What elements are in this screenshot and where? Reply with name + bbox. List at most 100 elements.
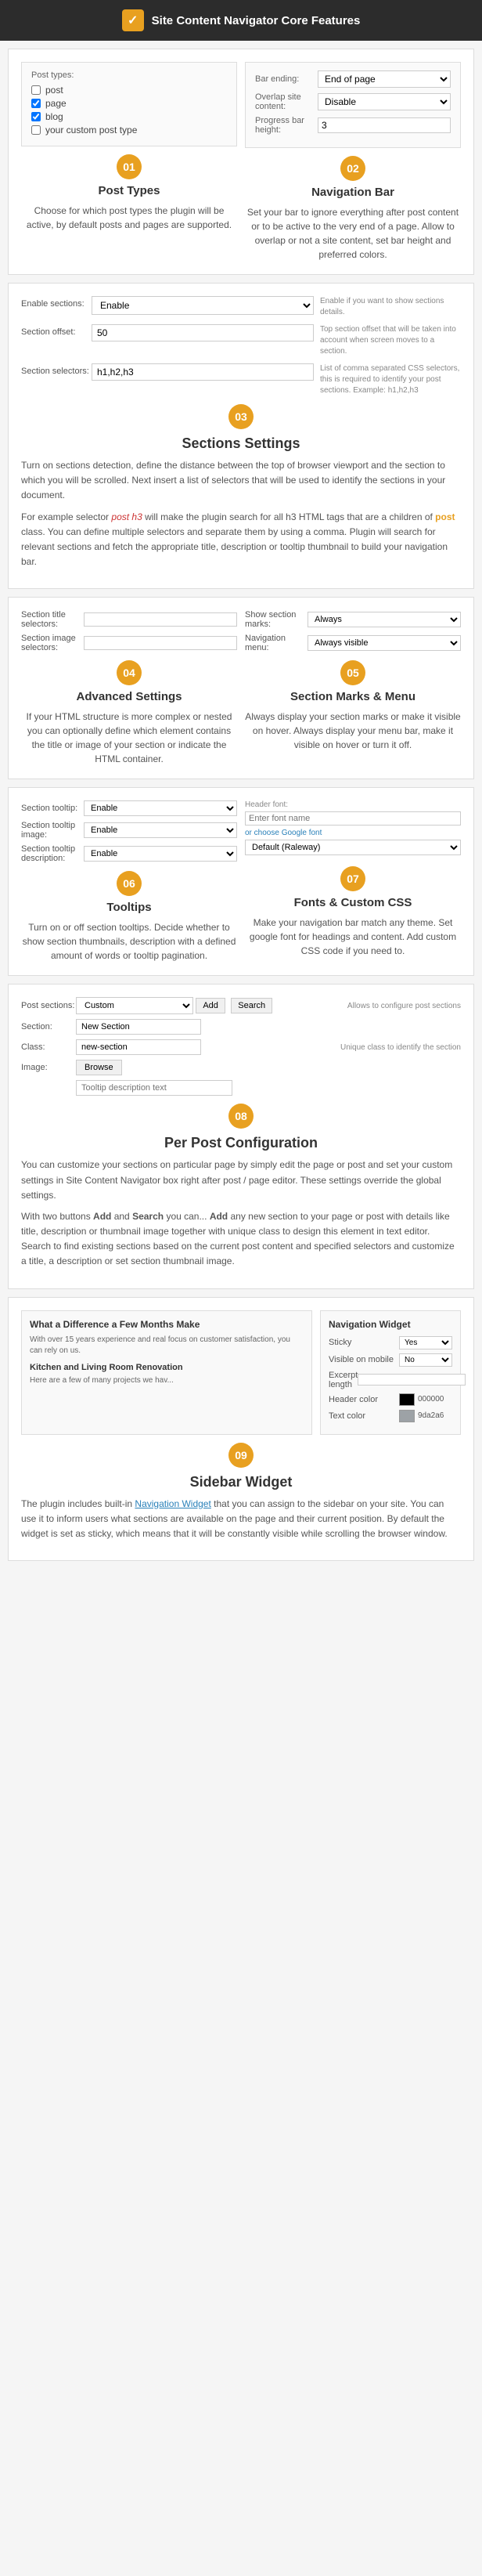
nav-bar-ending-select[interactable]: End of page End of content: [318, 70, 451, 88]
header-color-swatch[interactable]: [399, 1393, 415, 1406]
preview-heading2: Kitchen and Living Room Renovation: [30, 1363, 304, 1372]
nav-progress-row: Progress bar height:: [255, 116, 451, 135]
nav-menu-label: Navigation menu:: [245, 634, 308, 652]
advanced-settings-col: Section title selectors: Section image s…: [21, 610, 237, 766]
feature-number-07: 07: [340, 866, 365, 891]
section-image-selectors-row: Section image selectors:: [21, 634, 237, 652]
feature-desc-advanced: If your HTML structure is more complex o…: [21, 710, 237, 766]
nav-overlap-label: Overlap site content:: [255, 92, 318, 111]
show-section-marks-select[interactable]: Always On hover Hidden: [308, 612, 461, 627]
checkbox-custom-post-input[interactable]: [31, 125, 41, 135]
feature-number-05: 05: [340, 660, 365, 685]
add-button[interactable]: Add: [196, 998, 225, 1013]
text-color-value: 9da2a6: [418, 1411, 444, 1420]
show-section-marks-label: Show section marks:: [245, 610, 308, 629]
section-title-sel-input[interactable]: [84, 612, 237, 627]
section-selectors-hint: List of comma separated CSS selectors, t…: [320, 363, 461, 396]
browse-button[interactable]: Browse: [76, 1060, 122, 1075]
preview-heading1: What a Difference a Few Months Make: [30, 1319, 304, 1330]
section-class-row: Class: Unique class to identify the sect…: [21, 1039, 461, 1055]
enable-sections-select[interactable]: Enable Disable: [92, 296, 314, 315]
nav-bar-col: Bar ending: End of page End of content O…: [245, 62, 461, 262]
checkbox-post-label: post: [45, 85, 63, 96]
section-offset-row: Section offset: Top section offset that …: [21, 324, 461, 357]
tooltip-desc-select[interactable]: Enable Disable: [84, 846, 237, 862]
text-color-swatch[interactable]: [399, 1410, 415, 1422]
widget-mobile-select[interactable]: No Yes: [399, 1353, 452, 1367]
tooltip-image-row: Section tooltip image: Enable Disable: [21, 821, 237, 840]
widget-header-color-label: Header color: [329, 1395, 399, 1404]
widget-text-color-label: Text color: [329, 1411, 399, 1421]
checkbox-page-label: page: [45, 98, 67, 109]
tooltip-description-input[interactable]: [76, 1080, 232, 1096]
section-title-selectors-row: Section title selectors:: [21, 610, 237, 629]
section-image-row: Image: Browse: [21, 1060, 461, 1075]
post-types-col: Post types: post page blog your custom p…: [21, 62, 237, 262]
selector-example-class: post: [435, 511, 455, 522]
nav-progress-input[interactable]: [318, 117, 451, 133]
show-section-marks-control: Always On hover Hidden: [308, 612, 461, 627]
search-strong: Search: [132, 1211, 164, 1222]
section-name-input[interactable]: [76, 1019, 201, 1035]
section-tooltip-select[interactable]: Enable Disable: [84, 800, 237, 816]
checkbox-blog: blog: [31, 111, 227, 122]
checkbox-blog-input[interactable]: [31, 112, 41, 121]
checkbox-post-input[interactable]: [31, 85, 41, 95]
checkbox-page: page: [31, 98, 227, 109]
section-tooltip-label: Section tooltip:: [21, 804, 84, 813]
header-font-input[interactable]: [245, 811, 461, 826]
preview-text2: Here are a few of many projects we hav..…: [30, 1375, 304, 1386]
checkbox-custom-post-label: your custom post type: [45, 125, 137, 135]
section-selectors-input[interactable]: [92, 363, 314, 381]
widget-sticky-select[interactable]: Yes No: [399, 1336, 452, 1349]
checkbox-page-input[interactable]: [31, 99, 41, 108]
post-sections-select[interactable]: Custom Default: [76, 997, 193, 1014]
sidebar-preview: What a Difference a Few Months Make With…: [21, 1310, 461, 1435]
post-types-label: Post types:: [31, 70, 227, 80]
nav-bar-box: Bar ending: End of page End of content O…: [245, 62, 461, 148]
section-name-label: Section:: [21, 1022, 76, 1031]
show-section-marks-row: Show section marks: Always On hover Hidd…: [245, 610, 461, 629]
nav-menu-select[interactable]: Always visible On hover Hidden: [308, 635, 461, 651]
section-title-sidebar: Sidebar Widget: [21, 1474, 461, 1490]
section-image-label: Image:: [21, 1063, 76, 1072]
nav-overlap-select[interactable]: Disable Enable: [318, 93, 451, 110]
post-sections-hint: Allows to configure post sections: [347, 1002, 461, 1010]
search-button[interactable]: Search: [231, 998, 272, 1013]
section-title-sel-control: [84, 612, 237, 627]
widget-excerpt-input[interactable]: [358, 1374, 466, 1386]
widget-mobile-label: Visible on mobile: [329, 1355, 399, 1364]
feature-number-03: 03: [228, 404, 254, 429]
advanced-settings-form: Section title selectors: Section image s…: [21, 610, 237, 652]
checkbox-blog-label: blog: [45, 111, 63, 122]
navigation-widget-link[interactable]: Navigation Widget: [135, 1498, 210, 1509]
checkbox-custom-post: your custom post type: [31, 125, 227, 135]
section-name-row: Section:: [21, 1019, 461, 1035]
nav-bar-ending-row: Bar ending: End of page End of content: [255, 70, 451, 88]
section-class-input[interactable]: [76, 1039, 201, 1055]
nav-progress-label: Progress bar height:: [255, 116, 318, 135]
section-image-sel-input[interactable]: [84, 636, 237, 650]
tooltip-image-select[interactable]: Enable Disable: [84, 822, 237, 838]
feature-desc-fonts: Make your navigation bar match any theme…: [245, 916, 461, 958]
feature-title-tooltips: Tooltips: [21, 901, 237, 914]
post-sections-row: Post sections: Custom Default Add Search…: [21, 997, 461, 1014]
feature-desc-tooltips: Turn on or off section tooltips. Decide …: [21, 920, 237, 963]
feature-desc-post-types: Choose for which post types the plugin w…: [21, 204, 237, 232]
post-sections-control: Custom Default Add Search: [76, 997, 341, 1014]
google-font-select[interactable]: Default (Raleway): [245, 840, 461, 855]
section-offset-input[interactable]: [92, 324, 314, 341]
sidebar-preview-left: What a Difference a Few Months Make With…: [21, 1310, 312, 1435]
feature-number-08: 08: [228, 1104, 254, 1129]
widget-text-color-row: Text color 9da2a6: [329, 1410, 452, 1422]
section-class-label: Class:: [21, 1042, 76, 1052]
feature-title-fonts: Fonts & Custom CSS: [245, 896, 461, 909]
tooltip-desc-control: Enable Disable: [84, 846, 237, 862]
section-offset-hint: Top section offset that will be taken in…: [320, 324, 461, 357]
feature-title-nav-bar: Navigation Bar: [245, 186, 461, 199]
sections-settings-desc2: For example selector post h3 will make t…: [21, 510, 461, 570]
nav-overlap-row: Overlap site content: Disable Enable: [255, 92, 451, 111]
section-advanced-marks: Section title selectors: Section image s…: [8, 597, 474, 779]
section-tooltips-fonts: Section tooltip: Enable Disable Section …: [8, 787, 474, 976]
section-marks-form: Show section marks: Always On hover Hidd…: [245, 610, 461, 652]
